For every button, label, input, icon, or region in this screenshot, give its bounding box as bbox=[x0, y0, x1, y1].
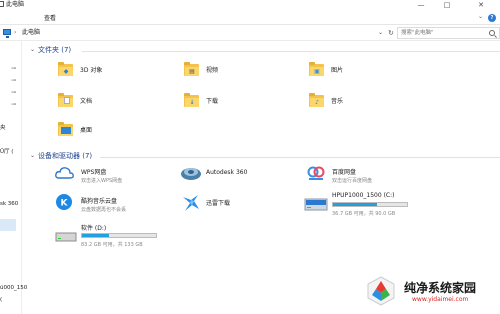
watermark-url: www.yidaimei.com bbox=[412, 296, 469, 303]
pin-icon: ⊸ bbox=[11, 77, 17, 84]
ribbon-collapse-icon[interactable]: ⌄ bbox=[478, 13, 483, 20]
file-explorer-window: 此电脑 — □ ✕ 查看 ⌄ ? › 此电脑 ⌄ ↻ 搜索"此电脑" ⊸ ⊸ ⊸… bbox=[0, 0, 500, 314]
device-subtitle: 36.7 GB 可用，共 90.0 GB bbox=[332, 211, 396, 217]
nav-selected-item[interactable] bbox=[0, 219, 16, 231]
close-button[interactable]: ✕ bbox=[462, 0, 500, 11]
videos-icon[interactable]: ▤ bbox=[184, 62, 199, 76]
help-icon[interactable]: ? bbox=[488, 14, 496, 22]
address-dropdown-icon[interactable]: ⌄ bbox=[378, 25, 383, 41]
nav-item[interactable]: Ū厅 ( bbox=[0, 147, 13, 155]
device-subtitle: 双击进入WPS网盘 bbox=[81, 178, 123, 184]
device-subtitle: 双击运行百度网盘 bbox=[332, 178, 373, 184]
section-folders-title[interactable]: 文件夹 (7) bbox=[38, 45, 71, 55]
device-name[interactable]: 百度网盘 bbox=[332, 167, 356, 176]
folder-label[interactable]: 文档 bbox=[80, 96, 92, 105]
pictures-icon[interactable]: ▣ bbox=[309, 62, 324, 76]
folder-label[interactable]: 3D 对象 bbox=[80, 65, 102, 74]
breadcrumb-chevron-icon[interactable]: › bbox=[14, 25, 16, 41]
window-title: 此电脑 bbox=[6, 1, 25, 8]
search-input[interactable]: 搜索"此电脑" bbox=[397, 27, 500, 39]
documents-icon[interactable] bbox=[58, 93, 73, 107]
divider bbox=[100, 157, 500, 158]
drive-d-usage-fill bbox=[82, 234, 110, 237]
refresh-icon[interactable]: ↻ bbox=[388, 25, 394, 41]
collapse-chevron-icon[interactable]: ⌄ bbox=[30, 46, 35, 53]
collapse-chevron-icon[interactable]: ⌄ bbox=[30, 152, 35, 159]
device-name[interactable]: 软件 (D:) bbox=[81, 223, 106, 232]
navigation-pane: ⊸ ⊸ ⊸ ⊸ 央 Ū厅 ( sk 360 ü000_150 ( bbox=[0, 41, 27, 314]
nav-item[interactable]: 央 bbox=[0, 123, 6, 131]
section-devices-title[interactable]: 设备和驱动器 (7) bbox=[38, 151, 92, 161]
device-name[interactable]: WPS网盘 bbox=[81, 167, 106, 176]
pin-icon: ⊸ bbox=[11, 89, 17, 96]
watermark-logo-icon bbox=[367, 276, 395, 306]
downloads-icon[interactable]: ↓ bbox=[184, 93, 199, 107]
autodesk-360-icon[interactable] bbox=[180, 164, 202, 182]
watermark-title: 纯净系统家园 bbox=[404, 281, 477, 295]
drive-c-icon[interactable] bbox=[304, 196, 328, 212]
svg-text:K: K bbox=[61, 199, 69, 209]
watermark: 纯净系统家园 www.yidaimei.com bbox=[360, 270, 500, 314]
address-bar: › 此电脑 ⌄ ↻ 搜索"此电脑" bbox=[0, 25, 500, 41]
xunlei-icon[interactable] bbox=[181, 193, 201, 213]
nav-item[interactable]: sk 360 bbox=[0, 201, 18, 207]
tab-view[interactable]: 查看 bbox=[44, 12, 56, 25]
music-icon[interactable]: ♪ bbox=[309, 93, 324, 107]
pin-icon: ⊸ bbox=[11, 101, 17, 108]
device-subtitle: 83.2 GB 可用，共 133 GB bbox=[81, 242, 143, 248]
search-icon bbox=[489, 30, 495, 36]
folder-label[interactable]: 音乐 bbox=[331, 96, 343, 105]
device-name[interactable]: HPUP1000_1500 (C:) bbox=[332, 192, 394, 199]
pin-icon: ⊸ bbox=[11, 65, 17, 72]
window-icon bbox=[0, 1, 4, 7]
maximize-button[interactable]: □ bbox=[436, 0, 458, 11]
search-placeholder: 搜索"此电脑" bbox=[401, 30, 434, 36]
drive-d-usage-bar bbox=[81, 233, 157, 238]
device-subtitle: 云盘数据再也不会丢 bbox=[81, 207, 127, 213]
breadcrumb-this-pc[interactable]: 此电脑 bbox=[22, 25, 40, 41]
drive-c-usage-fill bbox=[333, 203, 377, 206]
drive-c-usage-bar bbox=[332, 202, 408, 207]
folder-label[interactable]: 图片 bbox=[331, 65, 343, 74]
nav-item[interactable]: ü000_150 bbox=[0, 285, 27, 291]
device-name[interactable]: Autodesk 360 bbox=[206, 169, 247, 176]
drive-d-icon[interactable] bbox=[55, 231, 77, 243]
3d-objects-icon[interactable]: ◆ bbox=[58, 62, 73, 76]
wps-cloud-icon[interactable] bbox=[55, 166, 75, 180]
folder-label[interactable]: 视频 bbox=[206, 65, 218, 74]
device-name[interactable]: 迅雷下载 bbox=[206, 198, 230, 207]
ribbon-tabs: 查看 ⌄ ? bbox=[0, 12, 500, 25]
divider bbox=[82, 51, 500, 52]
nav-item[interactable]: ( bbox=[0, 297, 2, 303]
kugou-cloud-icon[interactable]: K bbox=[55, 193, 73, 211]
desktop-icon[interactable] bbox=[58, 122, 73, 136]
baidu-netdisk-icon[interactable] bbox=[306, 164, 326, 182]
folder-label[interactable]: 桌面 bbox=[80, 125, 92, 134]
device-name[interactable]: 酷狗音乐云盘 bbox=[81, 196, 117, 205]
this-pc-icon bbox=[3, 29, 11, 38]
folder-label[interactable]: 下载 bbox=[206, 96, 218, 105]
minimize-button[interactable]: — bbox=[410, 0, 432, 11]
